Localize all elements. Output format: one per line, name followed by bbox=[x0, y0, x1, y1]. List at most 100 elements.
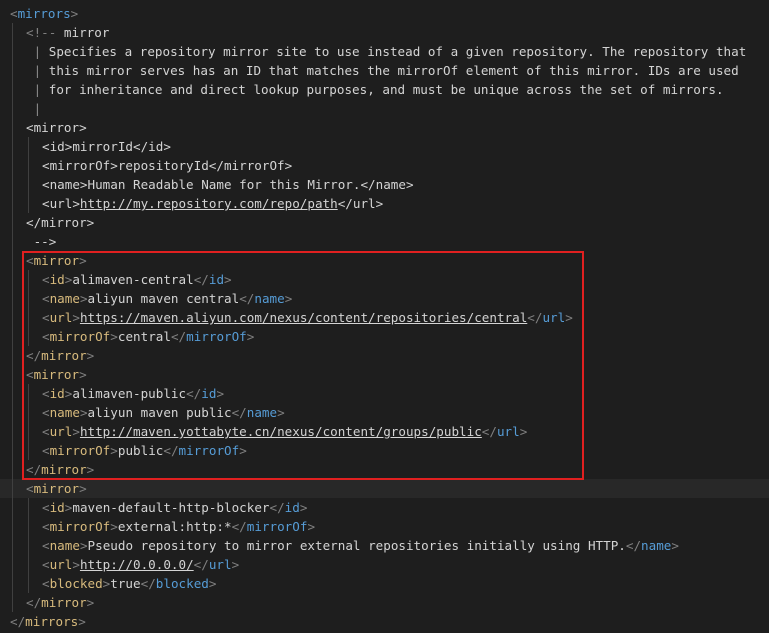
code-token: > bbox=[86, 462, 95, 477]
code-token: </ bbox=[163, 443, 179, 458]
code-token: mirrorOf bbox=[246, 519, 308, 534]
code-token: > bbox=[79, 253, 87, 268]
code-line[interactable]: | for inheritance and direct lookup purp… bbox=[0, 80, 769, 99]
code-line[interactable]: </mirror> bbox=[0, 460, 769, 479]
code-text: <name>aliyun maven public</name> bbox=[42, 403, 285, 422]
indent-guide bbox=[12, 346, 13, 365]
code-token: true bbox=[110, 576, 141, 591]
code-token: name bbox=[49, 291, 80, 306]
code-line[interactable]: <name>Pseudo repository to mirror extern… bbox=[0, 536, 769, 555]
code-token: | bbox=[26, 44, 49, 59]
code-token: > bbox=[86, 595, 95, 610]
code-line[interactable]: | Specifies a repository mirror site to … bbox=[0, 42, 769, 61]
code-line[interactable]: <mirror> bbox=[0, 479, 769, 498]
code-text: <blocked>true</blocked> bbox=[42, 574, 216, 593]
code-text: <url>https://maven.aliyun.com/nexus/cont… bbox=[42, 308, 573, 327]
code-token: </ bbox=[140, 576, 156, 591]
code-token: < bbox=[26, 481, 34, 496]
code-text: | Specifies a repository mirror site to … bbox=[26, 42, 747, 61]
indent-guide bbox=[12, 99, 13, 118]
indent-guide bbox=[28, 308, 29, 327]
code-line[interactable]: <mirrorOf>public</mirrorOf> bbox=[0, 441, 769, 460]
code-token: <id>mirrorId</id> bbox=[42, 139, 171, 154]
code-line[interactable]: <mirror> bbox=[0, 365, 769, 384]
code-token: blocked bbox=[49, 576, 103, 591]
indent-guide bbox=[12, 441, 13, 460]
code-line[interactable]: <name>aliyun maven central</name> bbox=[0, 289, 769, 308]
url-link[interactable]: http://0.0.0.0/ bbox=[80, 557, 194, 572]
code-line[interactable]: </mirror> bbox=[0, 593, 769, 612]
code-line[interactable]: <url>https://maven.aliyun.com/nexus/cont… bbox=[0, 308, 769, 327]
code-line[interactable]: <id>alimaven-central</id> bbox=[0, 270, 769, 289]
code-token: > bbox=[72, 557, 80, 572]
code-line[interactable]: <mirrorOf>external:http:*</mirrorOf> bbox=[0, 517, 769, 536]
code-line[interactable]: <url>http://0.0.0.0/</url> bbox=[0, 555, 769, 574]
code-line[interactable]: <name>aliyun maven public</name> bbox=[0, 403, 769, 422]
code-line[interactable]: <id>mirrorId</id> bbox=[0, 137, 769, 156]
code-line[interactable]: <url>http://maven.yottabyte.cn/nexus/con… bbox=[0, 422, 769, 441]
code-line[interactable]: <mirrorOf>central</mirrorOf> bbox=[0, 327, 769, 346]
indent-guide bbox=[12, 137, 13, 156]
code-text: | for inheritance and direct lookup purp… bbox=[26, 80, 724, 99]
code-token: < bbox=[26, 367, 34, 382]
code-text: <mirror> bbox=[26, 118, 87, 137]
code-line[interactable]: <mirror> bbox=[0, 118, 769, 137]
code-line[interactable]: </mirror> bbox=[0, 213, 769, 232]
code-token: > bbox=[110, 519, 118, 534]
code-token: </url> bbox=[337, 196, 384, 211]
code-line[interactable]: | this mirror serves has an ID that matc… bbox=[0, 61, 769, 80]
code-token: | bbox=[26, 63, 49, 78]
code-line[interactable]: <blocked>true</blocked> bbox=[0, 574, 769, 593]
code-token: id bbox=[201, 386, 217, 401]
code-line[interactable]: --> bbox=[0, 232, 769, 251]
code-token: blocked bbox=[155, 576, 209, 591]
code-text: <!-- mirror bbox=[26, 23, 109, 42]
indent-guide bbox=[12, 460, 13, 479]
code-token: > bbox=[299, 500, 308, 515]
code-token: url bbox=[542, 310, 566, 325]
indent-guide bbox=[28, 327, 29, 346]
code-text: | this mirror serves has an ID that matc… bbox=[26, 61, 739, 80]
code-token: mirrorOf bbox=[186, 329, 247, 344]
code-token: mirrorOf bbox=[49, 329, 111, 344]
indent-guide bbox=[12, 80, 13, 99]
code-line[interactable]: <mirrors> bbox=[0, 4, 769, 23]
code-line[interactable]: <id>alimaven-public</id> bbox=[0, 384, 769, 403]
code-token: > bbox=[110, 329, 118, 344]
code-token: maven-default-http-blocker bbox=[72, 500, 270, 515]
code-token: </ bbox=[193, 557, 209, 572]
code-token: </mirror> bbox=[26, 215, 95, 230]
code-line[interactable]: <mirrorOf>repositoryId</mirrorOf> bbox=[0, 156, 769, 175]
code-line[interactable]: <!-- mirror bbox=[0, 23, 769, 42]
code-token: > bbox=[671, 538, 679, 553]
code-line[interactable]: <name>Human Readable Name for this Mirro… bbox=[0, 175, 769, 194]
code-text: <name>aliyun maven central</name> bbox=[42, 289, 292, 308]
code-line[interactable]: </mirrors> bbox=[0, 612, 769, 631]
indent-guide bbox=[12, 593, 13, 612]
url-link[interactable]: https://maven.aliyun.com/nexus/content/r… bbox=[80, 310, 527, 325]
code-token: > bbox=[216, 386, 225, 401]
indent-guide bbox=[12, 156, 13, 175]
indent-guide bbox=[28, 270, 29, 289]
code-token: </ bbox=[231, 519, 247, 534]
code-token: name bbox=[49, 538, 80, 553]
code-line[interactable]: <url>http://my.repository.com/repo/path<… bbox=[0, 194, 769, 213]
code-token: < bbox=[10, 6, 18, 21]
code-line[interactable]: | bbox=[0, 99, 769, 118]
code-token: | bbox=[26, 82, 49, 97]
indent-guide bbox=[12, 251, 13, 270]
code-token: </ bbox=[481, 424, 497, 439]
code-line[interactable]: <id>maven-default-http-blocker</id> bbox=[0, 498, 769, 517]
indent-guide bbox=[12, 270, 13, 289]
code-text: <id>maven-default-http-blocker</id> bbox=[42, 498, 307, 517]
url-link[interactable]: http://maven.yottabyte.cn/nexus/content/… bbox=[80, 424, 482, 439]
code-token: > bbox=[79, 538, 88, 553]
indent-guide bbox=[12, 574, 13, 593]
code-line[interactable]: </mirror> bbox=[0, 346, 769, 365]
code-line[interactable]: <mirror> bbox=[0, 251, 769, 270]
code-token: Pseudo repository to mirror external rep… bbox=[87, 538, 626, 553]
url-link[interactable]: http://my.repository.com/repo/path bbox=[80, 196, 338, 211]
code-token: > bbox=[78, 614, 86, 629]
indent-guide bbox=[12, 422, 13, 441]
code-editor[interactable]: <mirrors> <!-- mirror | Specifies a repos… bbox=[0, 0, 769, 633]
